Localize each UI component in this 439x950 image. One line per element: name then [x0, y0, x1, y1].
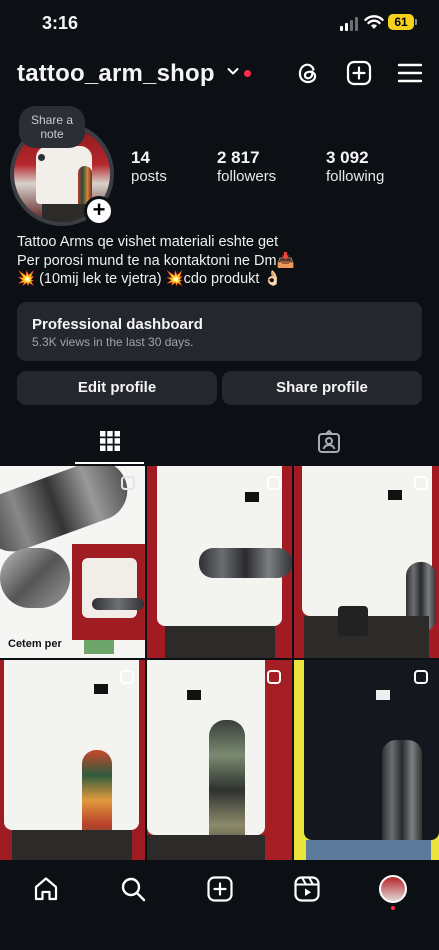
- bio-line-2: Per porosi mund te na kontaktoni ne Dm📥: [17, 253, 295, 269]
- notification-dot: [244, 70, 251, 77]
- post-tile[interactable]: Cetem per: [0, 466, 145, 658]
- following-label[interactable]: following: [326, 168, 384, 185]
- bio-line-3: 💥 (10mij lek te vjetra) 💥cdo produkt 👌🏻: [17, 271, 282, 287]
- post-caption: Cetem per: [8, 638, 62, 650]
- dashboard-title: Professional dashboard: [32, 316, 203, 333]
- post-tile[interactable]: [147, 660, 292, 860]
- carousel-icon: [414, 670, 428, 684]
- chevron-down-icon[interactable]: [227, 67, 239, 76]
- share-note-bubble[interactable]: Share a note: [19, 106, 85, 148]
- edit-profile-button[interactable]: Edit profile: [17, 371, 217, 405]
- carousel-icon: [267, 476, 281, 490]
- reels-icon[interactable]: [293, 875, 321, 903]
- threads-icon[interactable]: [295, 60, 321, 86]
- post-tile[interactable]: [294, 660, 439, 860]
- carousel-icon: [121, 476, 135, 490]
- add-story-button[interactable]: +: [84, 196, 114, 226]
- active-tab-indicator: [75, 462, 144, 464]
- following-count[interactable]: 3 092: [326, 148, 369, 168]
- cellular-signal-icon: [340, 17, 358, 31]
- followers-label[interactable]: followers: [217, 168, 276, 185]
- status-time: 3:16: [42, 13, 79, 33]
- grid-icon[interactable]: [99, 430, 121, 452]
- create-post-icon[interactable]: [206, 875, 234, 903]
- bio-line-1: Tattoo Arms qe vishet materiali eshte ge…: [17, 234, 279, 250]
- menu-icon[interactable]: [397, 60, 423, 86]
- post-tile[interactable]: [147, 466, 292, 658]
- account-username[interactable]: tattoo_arm_shop: [17, 60, 215, 88]
- profile-notification-dot: [391, 906, 395, 910]
- carousel-icon: [414, 476, 428, 490]
- post-tile[interactable]: [294, 466, 439, 658]
- followers-count[interactable]: 2 817: [217, 148, 260, 168]
- dashboard-subtitle: 5.3K views in the last 30 days.: [32, 335, 194, 349]
- home-icon[interactable]: [32, 875, 60, 903]
- bottom-navigation: [0, 860, 439, 950]
- share-profile-button[interactable]: Share profile: [222, 371, 422, 405]
- posts-count: 14: [131, 148, 150, 167]
- battery-indicator: 61: [388, 14, 417, 30]
- carousel-icon: [267, 670, 281, 684]
- carousel-icon: [120, 670, 134, 684]
- profile-tab-avatar[interactable]: [379, 875, 407, 903]
- tagged-icon[interactable]: [317, 430, 341, 454]
- posts-label: posts: [131, 168, 167, 185]
- search-icon[interactable]: [119, 875, 147, 903]
- note-bubble-tail: [38, 154, 45, 161]
- wifi-icon: [364, 15, 384, 29]
- post-tile[interactable]: [0, 660, 145, 860]
- create-icon[interactable]: [346, 60, 372, 86]
